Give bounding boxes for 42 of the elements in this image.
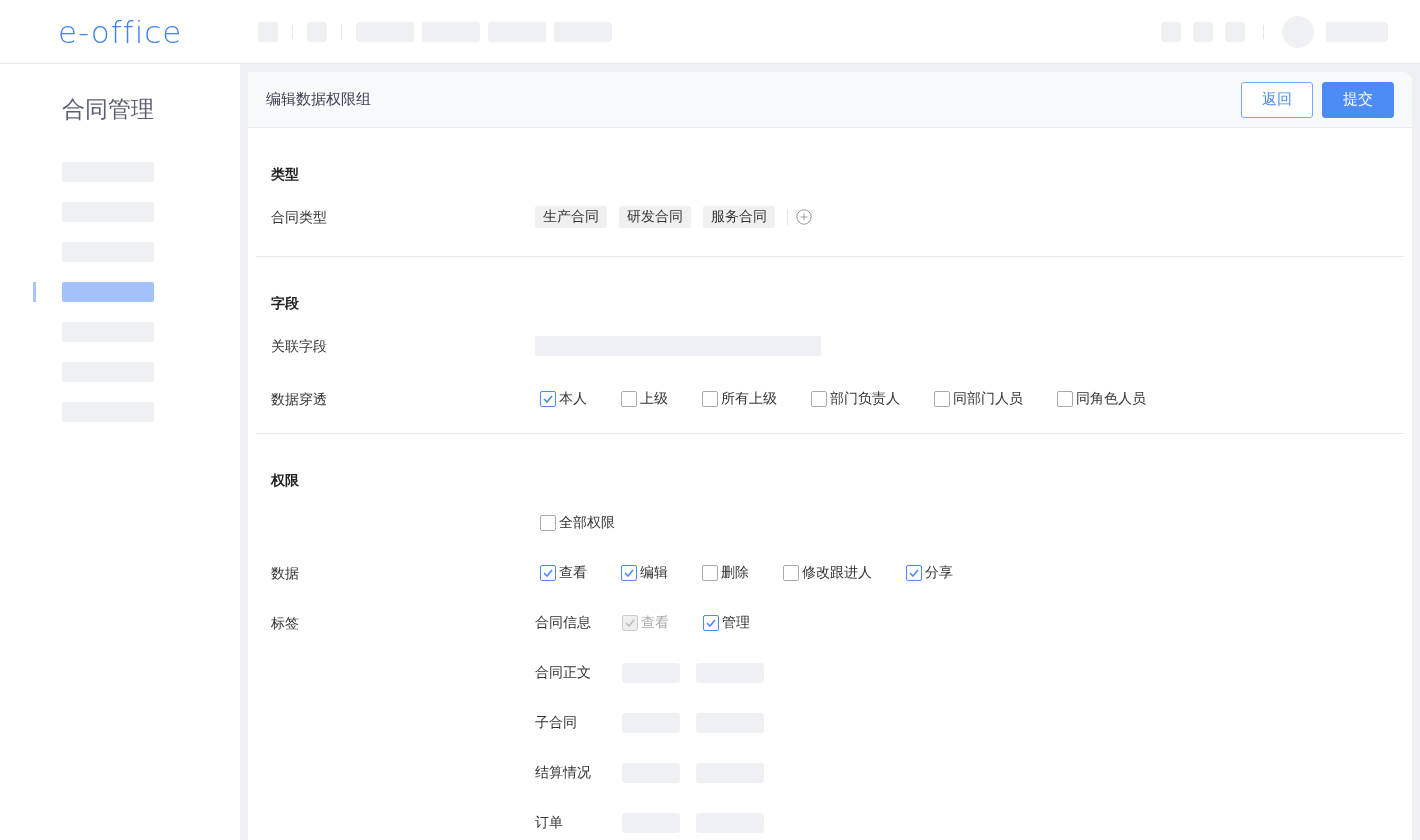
selection-indicator xyxy=(33,282,36,302)
checkmark-icon xyxy=(909,569,919,577)
tag[interactable]: 服务合同 xyxy=(703,206,775,228)
checkbox[interactable]: 删除 xyxy=(702,564,749,582)
checkmark-icon xyxy=(624,569,634,577)
checkbox[interactable]: 同角色人员 xyxy=(1057,390,1146,408)
sidebar-item[interactable] xyxy=(62,282,154,302)
section-title: 权限 xyxy=(270,471,300,490)
checkmark-icon xyxy=(543,569,553,577)
checkmark-icon xyxy=(625,619,635,627)
field-label: 数据 xyxy=(271,564,300,583)
field-label: 数据穿透 xyxy=(271,390,328,409)
section-title: 字段 xyxy=(270,294,300,313)
checkbox[interactable]: 本人 xyxy=(540,390,587,408)
checkbox[interactable]: 同部门人员 xyxy=(934,390,1023,408)
section-title: 类型 xyxy=(270,165,300,184)
add-icon[interactable] xyxy=(796,209,812,225)
checkmark-icon xyxy=(706,619,716,627)
checkbox[interactable]: 修改跟进人 xyxy=(783,564,872,582)
tab-label: 子合同 xyxy=(535,714,578,732)
checkbox[interactable]: 全部权限 xyxy=(540,514,615,532)
tab-label: 合同正文 xyxy=(535,664,592,682)
checkbox[interactable]: 分享 xyxy=(906,564,953,582)
tag[interactable]: 研发合同 xyxy=(619,206,691,228)
field-label: 关联字段 xyxy=(271,337,328,356)
field-label: 合同类型 xyxy=(271,208,328,227)
tab-label: 合同信息 xyxy=(535,614,592,632)
checkbox[interactable]: 上级 xyxy=(621,390,668,408)
tag[interactable]: 生产合同 xyxy=(535,206,607,228)
tab-label: 结算情况 xyxy=(535,764,592,782)
checkbox[interactable]: 查看 xyxy=(540,564,587,582)
checkmark-icon xyxy=(543,395,553,403)
field-label: 标签 xyxy=(271,614,300,633)
tab-label: 订单 xyxy=(535,814,564,832)
logo: e-office xyxy=(57,13,184,50)
panel-title: 编辑数据权限组 xyxy=(266,90,372,109)
checkbox[interactable]: 管理 xyxy=(703,614,750,632)
back-button[interactable]: 返回 xyxy=(1241,81,1313,118)
sidebar-title: 合同管理 xyxy=(61,95,155,124)
checkbox[interactable]: 部门负责人 xyxy=(811,390,900,408)
checkbox[interactable]: 编辑 xyxy=(621,564,668,582)
checkbox[interactable]: 所有上级 xyxy=(702,390,777,408)
